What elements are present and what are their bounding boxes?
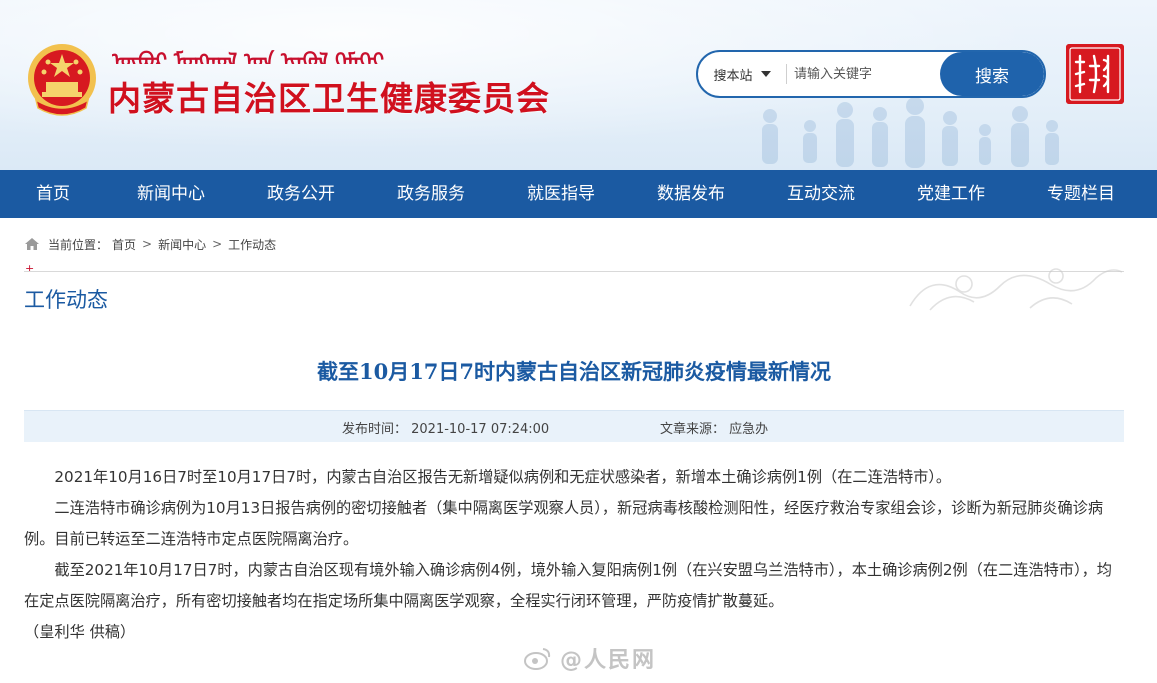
nav-item-home[interactable]: 首页: [0, 170, 106, 218]
main-nav: 首页 新闻中心 政务公开 政务服务 就医指导 数据发布 互动交流 党建工作 专题…: [0, 170, 1157, 218]
section-title: 工作动态: [24, 288, 108, 312]
breadcrumb-separator: >: [212, 237, 223, 251]
article-paragraph: 2021年10月16日7时至10月17日7时，内蒙古自治区报告无新增疑似病例和无…: [54, 468, 952, 486]
breadcrumb-separator: >: [142, 237, 153, 251]
nav-item-medical-guidance[interactable]: 就医指导: [496, 170, 626, 218]
watermark: @人民网: [524, 642, 656, 674]
nav-item-party-building[interactable]: 党建工作: [886, 170, 1016, 218]
article-body: 2021年10月16日7时至10月17日7时，内蒙古自治区报告无新增疑似病例和无…: [24, 462, 1124, 648]
breadcrumb: 当前位置： 首页 > 新闻中心 > 工作动态: [24, 234, 276, 254]
breadcrumb-item-work-updates[interactable]: 工作动态: [228, 236, 276, 253]
nav-item-data-release[interactable]: 数据发布: [626, 170, 756, 218]
nav-item-interaction[interactable]: 互动交流: [756, 170, 886, 218]
article-title: 截至10月17日7时内蒙古自治区新冠肺炎疫情最新情况: [316, 359, 832, 384]
breadcrumb-prefix: 当前位置：: [48, 237, 109, 252]
article-meta-bar: 发布时间： 2021-10-17 07:24:00 文章来源： 应急办: [24, 410, 1124, 442]
search-box: 搜本站 搜索: [696, 50, 1046, 98]
mongolian-script-title: ᠥᠪᠥᠷ ᠮᠣᠩᠭᠣᠯ ᠤᠨ ᠡᠷᠡᠭᠦᠯ ᠬᠡᠮᠡᠬᠡᠢ: [112, 48, 385, 64]
national-emblem-icon: [28, 44, 96, 116]
article-paragraph: 截至2021年10月17日7时，内蒙古自治区现有境外输入确诊病例4例，境外输入复…: [24, 561, 1112, 610]
article-paragraph: 二连浩特市确诊病例为10月13日报告病例的密切接触者（集中隔离医学观察人员），新…: [24, 499, 1104, 548]
people-silhouette-decoration: [762, 97, 1059, 168]
mongolian-script-logo-icon[interactable]: [1066, 44, 1124, 104]
watermark-text: @人民网: [560, 648, 657, 673]
nav-item-government-affairs[interactable]: 政务公开: [236, 170, 366, 218]
site-header: ᠥᠪᠥᠷ ᠮᠣᠩᠭᠣᠯ ᠤᠨ ᠡᠷᠡᠭᠦᠯ ᠬᠡᠮᠡᠬᠡᠢ 内蒙古自治区卫生健康…: [0, 0, 1157, 170]
article-source: 文章来源： 应急办: [660, 422, 769, 437]
home-icon: [25, 238, 39, 250]
nav-item-special-topics[interactable]: 专题栏目: [1016, 170, 1146, 218]
site-title[interactable]: 内蒙古自治区卫生健康委员会: [108, 72, 550, 120]
breadcrumb-item-news[interactable]: 新闻中心: [158, 236, 206, 253]
cloud-pattern-decoration: [909, 268, 1123, 311]
caret-down-icon: [760, 71, 771, 77]
search-button[interactable]: 搜索: [940, 52, 1044, 96]
search-divider: [786, 64, 787, 84]
search-input[interactable]: [794, 52, 940, 96]
search-scope-label: 搜本站: [713, 68, 753, 84]
nav-item-government-services[interactable]: 政务服务: [366, 170, 496, 218]
publish-time: 发布时间： 2021-10-17 07:24:00: [342, 422, 550, 437]
weibo-icon: [524, 648, 551, 670]
search-scope-select[interactable]: 搜本站: [698, 52, 786, 96]
nav-item-news[interactable]: 新闻中心: [106, 170, 236, 218]
breadcrumb-item-home[interactable]: 首页: [112, 236, 136, 253]
section-marker: +: [25, 262, 35, 275]
